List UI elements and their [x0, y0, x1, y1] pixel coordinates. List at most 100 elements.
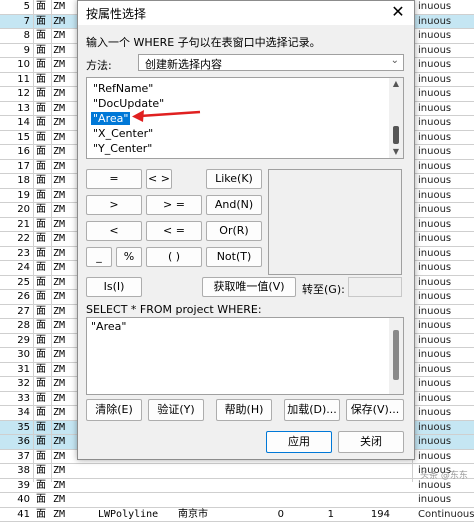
- save-button[interactable]: 保存(V)...: [346, 399, 404, 421]
- cell-linetype: inuous: [418, 15, 474, 29]
- unique-values-list[interactable]: [268, 169, 402, 275]
- where-clause-textarea[interactable]: "Area": [86, 317, 404, 395]
- row-number: 15: [0, 131, 30, 145]
- like-button[interactable]: Like(K): [206, 169, 262, 189]
- where-clause-scrollbar[interactable]: [389, 318, 403, 394]
- cell-value-3: 194: [360, 508, 390, 522]
- cell-layer: 面: [36, 261, 50, 275]
- equals-button[interactable]: =: [86, 169, 142, 189]
- cell-code: ZM: [53, 406, 75, 420]
- row-number: 8: [0, 29, 30, 43]
- grid-line: [33, 0, 34, 482]
- not-equal-button[interactable]: < >: [146, 169, 172, 189]
- dialog-titlebar[interactable]: 按属性选择 ✕: [78, 1, 414, 25]
- dialog-title: 按属性选择: [86, 5, 146, 22]
- row-number: 22: [0, 232, 30, 246]
- parentheses-button[interactable]: ( ): [146, 247, 202, 267]
- cell-type: LWPolyline: [98, 508, 158, 522]
- field-list-item[interactable]: "X_Center": [91, 127, 155, 140]
- row-number: 24: [0, 261, 30, 275]
- cell-layer: 面: [36, 493, 50, 507]
- row-number: 21: [0, 218, 30, 232]
- help-button[interactable]: 帮助(H): [216, 399, 272, 421]
- row-number: 5: [0, 0, 30, 14]
- cell-linetype: inuous: [418, 145, 474, 159]
- apply-button[interactable]: 应用: [266, 431, 332, 453]
- row-number: 28: [0, 319, 30, 333]
- cell-layer: 面: [36, 276, 50, 290]
- scroll-up-icon[interactable]: ▲: [389, 78, 403, 90]
- cell-code: ZM: [53, 116, 75, 130]
- cell-code: ZM: [53, 87, 75, 101]
- get-unique-values-button[interactable]: 获取唯一值(V): [202, 277, 296, 297]
- scroll-thumb[interactable]: [393, 126, 399, 144]
- field-list[interactable]: "RefName" "DocUpdate" "Area" "X_Center" "Y_C…: [86, 77, 404, 159]
- and-button[interactable]: And(N): [206, 195, 262, 215]
- cell-linetype: inuous: [418, 261, 474, 275]
- load-button[interactable]: 加载(D)...: [284, 399, 340, 421]
- cell-code: ZM: [53, 348, 75, 362]
- method-dropdown[interactable]: 创建新选择内容 ⌄: [138, 54, 404, 71]
- cell-linetype: inuous: [418, 87, 474, 101]
- cell-linetype: inuous: [418, 290, 474, 304]
- cell-layer: 面: [36, 319, 50, 333]
- scroll-down-icon[interactable]: ▼: [389, 146, 403, 158]
- less-equal-button[interactable]: < =: [146, 221, 202, 241]
- row-number: 14: [0, 116, 30, 130]
- cell-linetype: inuous: [418, 348, 474, 362]
- cell-layer: 面: [36, 334, 50, 348]
- field-list-item[interactable]: "DocUpdate": [91, 97, 166, 110]
- table-row[interactable]: 38面ZMinuous: [0, 464, 474, 479]
- cell-layer: 面: [36, 406, 50, 420]
- field-list-scrollbar[interactable]: ▲ ▼: [389, 78, 403, 158]
- cell-code: ZM: [53, 334, 75, 348]
- row-number: 17: [0, 160, 30, 174]
- cell-linetype: inuous: [418, 218, 474, 232]
- is-button[interactable]: Is(I): [86, 277, 142, 297]
- cell-linetype: inuous: [418, 131, 474, 145]
- cell-code: ZM: [53, 218, 75, 232]
- goto-input[interactable]: [348, 277, 402, 297]
- table-row[interactable]: 41面ZMContinuous: [0, 508, 474, 522]
- row-number: 35: [0, 421, 30, 435]
- cell-code: ZM: [53, 276, 75, 290]
- close-button[interactable]: 关闭: [338, 431, 404, 453]
- less-than-button[interactable]: <: [86, 221, 142, 241]
- cell-code: ZM: [53, 464, 75, 478]
- row-number: 41: [0, 508, 30, 522]
- or-button[interactable]: Or(R): [206, 221, 262, 241]
- cell-layer: 面: [36, 145, 50, 159]
- cell-layer: 面: [36, 363, 50, 377]
- cell-code: ZM: [53, 493, 75, 507]
- cell-code: ZM: [53, 363, 75, 377]
- scroll-thumb[interactable]: [393, 330, 399, 380]
- row-number: 38: [0, 464, 30, 478]
- close-icon[interactable]: ✕: [388, 2, 408, 22]
- cell-code: ZM: [53, 421, 75, 435]
- greater-than-button[interactable]: >: [86, 195, 142, 215]
- cell-linetype: inuous: [418, 203, 474, 217]
- underscore-button[interactable]: _: [86, 247, 112, 267]
- cell-linetype: inuous: [418, 0, 474, 14]
- cell-layer: 面: [36, 435, 50, 449]
- row-number: 18: [0, 174, 30, 188]
- greater-equal-button[interactable]: > =: [146, 195, 202, 215]
- table-row[interactable]: 40面ZMinuous: [0, 493, 474, 508]
- cell-linetype: inuous: [418, 305, 474, 319]
- clear-button[interactable]: 清除(E): [86, 399, 142, 421]
- cell-layer: 面: [36, 44, 50, 58]
- cell-layer: 面: [36, 29, 50, 43]
- table-row[interactable]: 39面ZMinuous: [0, 479, 474, 494]
- row-number: 33: [0, 392, 30, 406]
- field-list-item[interactable]: "RefName": [91, 82, 155, 95]
- grid-line: [51, 0, 52, 482]
- verify-button[interactable]: 验证(Y): [148, 399, 204, 421]
- percent-button[interactable]: %: [116, 247, 142, 267]
- row-number: 27: [0, 305, 30, 319]
- cell-linetype: inuous: [418, 450, 474, 464]
- field-list-item[interactable]: "Y_Center": [91, 142, 154, 155]
- cell-code: ZM: [53, 247, 75, 261]
- not-button[interactable]: Not(T): [206, 247, 262, 267]
- field-list-item[interactable]: "Area": [91, 112, 130, 125]
- cell-code: ZM: [53, 305, 75, 319]
